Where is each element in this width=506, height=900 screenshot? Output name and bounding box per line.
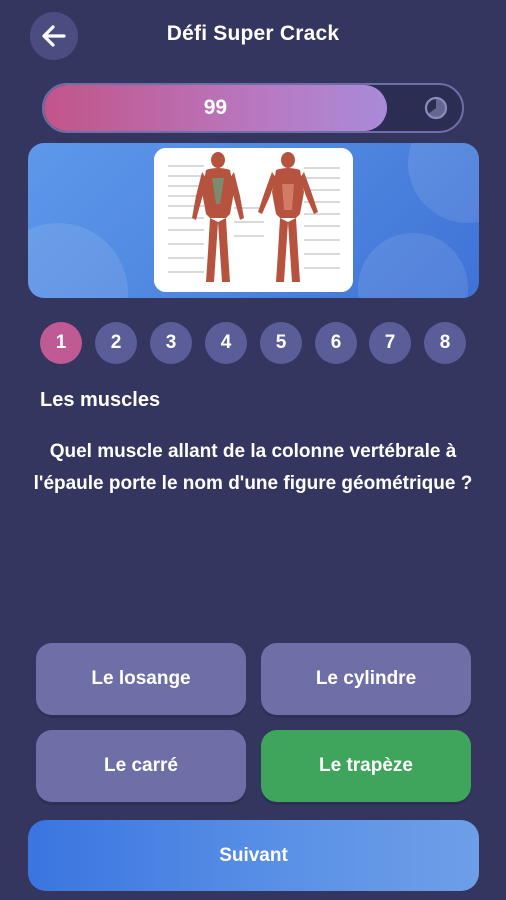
decor-blob: [408, 143, 479, 223]
question-image-card: [28, 143, 479, 298]
question-steps: 1 2 3 4 5 6 7 8: [40, 322, 470, 364]
step-5[interactable]: 5: [260, 322, 302, 364]
answer-button-4-correct[interactable]: Le trapèze: [261, 730, 471, 802]
progress-value: 99: [203, 96, 228, 119]
score-progress-bar: 99: [42, 83, 464, 133]
answer-button-1[interactable]: Le losange: [36, 643, 246, 715]
answer-button-3[interactable]: Le carré: [36, 730, 246, 802]
step-4[interactable]: 4: [205, 322, 247, 364]
timer-icon: [424, 96, 448, 120]
step-2[interactable]: 2: [95, 322, 137, 364]
page-title: Défi Super Crack: [166, 22, 340, 45]
step-1[interactable]: 1: [40, 322, 82, 364]
decor-blob: [28, 223, 128, 298]
header: Défi Super Crack: [0, 0, 506, 76]
muscle-anatomy-image: [154, 148, 353, 292]
answer-button-2[interactable]: Le cylindre: [261, 643, 471, 715]
question-text: Quel muscle allant de la colonne vertébr…: [33, 441, 473, 494]
step-8[interactable]: 8: [424, 322, 466, 364]
step-7[interactable]: 7: [369, 322, 411, 364]
step-3[interactable]: 3: [150, 322, 192, 364]
decor-blob: [358, 233, 468, 298]
step-6[interactable]: 6: [315, 322, 357, 364]
next-button[interactable]: Suivant: [28, 820, 479, 891]
quiz-category: Les muscles: [40, 389, 161, 411]
